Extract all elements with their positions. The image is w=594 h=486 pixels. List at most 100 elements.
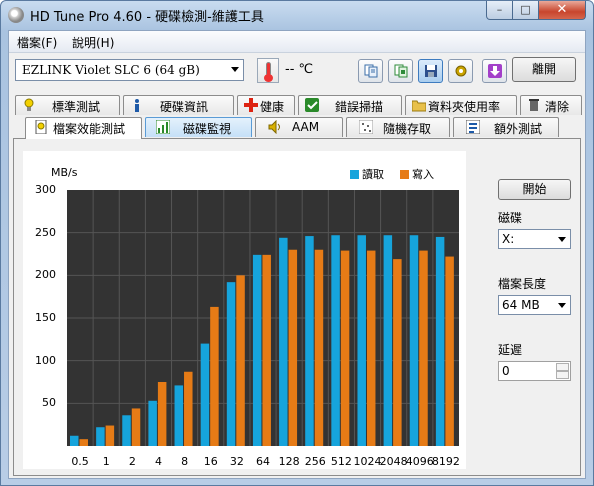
- bar-read: [357, 235, 366, 446]
- tab-label: 隨機存取: [383, 122, 432, 136]
- file-length-label: 檔案長度: [498, 277, 547, 291]
- y-tick-label: 200: [35, 268, 56, 282]
- maximize-button[interactable]: □: [512, 1, 539, 20]
- title-bar[interactable]: HD Tune Pro 4.60 - 硬碟檢測-維護工具 – □ ✕: [1, 1, 593, 29]
- bar-read: [96, 427, 105, 446]
- spin-down-button[interactable]: [556, 371, 569, 379]
- delay-spinner[interactable]: 0: [498, 361, 571, 381]
- exit-button[interactable]: 離開: [512, 57, 576, 82]
- tab-file-benchmark[interactable]: 檔案效能測試: [25, 117, 142, 139]
- tab-aam[interactable]: AAM: [255, 117, 343, 137]
- legend-read: 讀取: [350, 166, 384, 182]
- toolbar: EZLINK Violet SLC 6 (64 gB) -- ℃ 離開: [9, 53, 585, 87]
- download-icon: [488, 64, 502, 78]
- x-tick-label: 64: [256, 455, 270, 468]
- bar-write: [210, 306, 219, 446]
- x-tick-label: 16: [203, 455, 218, 468]
- error-scan-icon: [305, 98, 319, 112]
- download-button[interactable]: [482, 59, 507, 83]
- tab-label: 額外測試: [494, 122, 543, 136]
- tab-label: 健康: [260, 100, 285, 114]
- chevron-down-icon: [231, 67, 239, 72]
- y-axis-unit: MB/s: [51, 166, 78, 179]
- drive-select-value: EZLINK Violet SLC 6 (64 gB): [22, 63, 200, 77]
- tab-label: 清除: [545, 100, 570, 114]
- tab-erase[interactable]: 清除: [520, 95, 582, 115]
- delay-label: 延遲: [498, 343, 523, 357]
- close-button[interactable]: ✕: [538, 1, 586, 20]
- menu-file[interactable]: 檔案(F): [17, 34, 57, 51]
- tab-extra-tests[interactable]: 額外測試: [453, 117, 559, 137]
- health-icon: [244, 98, 258, 112]
- bar-write: [314, 249, 324, 446]
- trash-icon: [529, 99, 539, 111]
- y-tick-label: 50: [42, 396, 56, 410]
- tab-label: 檔案效能測試: [53, 122, 126, 136]
- options-icon: [455, 65, 467, 77]
- info-icon: [135, 99, 139, 112]
- thermometer-icon: [257, 58, 279, 83]
- tab-folder-usage[interactable]: 資料夾使用率: [405, 95, 517, 115]
- menu-bar: 檔案(F) 說明(H): [9, 31, 585, 53]
- bar-read: [383, 235, 393, 446]
- tab-label: AAM: [292, 120, 320, 134]
- options-button[interactable]: [448, 59, 473, 83]
- x-tick-label: 4: [154, 455, 162, 468]
- save-icon: [425, 65, 437, 77]
- bar-read: [148, 400, 157, 446]
- start-button[interactable]: 開始: [498, 179, 571, 200]
- bar-read: [331, 235, 340, 446]
- copy-screenshot-icon: [394, 64, 408, 78]
- disk-select[interactable]: X:: [498, 229, 571, 249]
- save-button[interactable]: [418, 59, 443, 83]
- folder-icon: [412, 100, 426, 112]
- drive-select[interactable]: EZLINK Violet SLC 6 (64 gB): [15, 59, 244, 81]
- tab-error-scan[interactable]: 錯誤掃描: [298, 95, 402, 115]
- spin-up-button[interactable]: [556, 363, 569, 371]
- x-tick-label: 1024: [353, 455, 382, 468]
- bar-read: [435, 236, 445, 446]
- tab-label: 磁碟監視: [183, 122, 232, 136]
- file-length-select[interactable]: 64 MB: [498, 295, 571, 315]
- x-tick-label: 128: [278, 455, 300, 468]
- disk-monitor-icon: [156, 120, 170, 134]
- tab-info[interactable]: 硬碟資訊: [123, 95, 234, 115]
- tab-benchmark[interactable]: 標準測試: [15, 95, 120, 115]
- tab-label: 標準測試: [52, 100, 101, 114]
- tab-disk-monitor[interactable]: 磁碟監視: [145, 117, 252, 137]
- x-tick-label: 8192: [431, 455, 460, 468]
- bar-write: [393, 259, 402, 446]
- extra-tests-icon: [466, 120, 480, 134]
- minimize-button[interactable]: –: [486, 1, 513, 20]
- bar-write: [79, 439, 88, 446]
- bar-write: [366, 250, 376, 446]
- disk-label: 磁碟: [498, 211, 523, 225]
- copy-screenshot-button[interactable]: [388, 59, 413, 83]
- tab-random-access[interactable]: 隨機存取: [346, 117, 450, 137]
- x-tick-label: 4096: [405, 455, 434, 468]
- x-tick-label: 0.5: [71, 455, 89, 468]
- x-tick-label: 2: [128, 455, 136, 468]
- bar-write: [340, 250, 350, 446]
- copy-text-button[interactable]: [358, 59, 383, 83]
- plot-area: [67, 190, 459, 446]
- bar-read: [70, 435, 79, 446]
- app-disk-icon: [8, 7, 24, 23]
- file-length-value: 64 MB: [502, 298, 540, 312]
- bar-write: [105, 425, 115, 446]
- bar-read: [200, 343, 210, 446]
- y-tick-label: 150: [35, 311, 56, 324]
- tab-health[interactable]: 健康: [237, 95, 295, 115]
- x-tick-label: 32: [229, 455, 244, 468]
- legend-write-label: 寫入: [412, 168, 434, 181]
- bar-write: [131, 408, 141, 446]
- menu-help[interactable]: 說明(H): [72, 34, 114, 51]
- tab-label: 硬碟資訊: [160, 100, 209, 114]
- bulb-icon: [24, 98, 34, 111]
- x-tick-label: 512: [330, 455, 352, 468]
- temperature-readout: -- ℃: [285, 62, 314, 77]
- file-benchmark-icon: [35, 120, 47, 134]
- file-benchmark-panel: MB/s 讀取 寫入 50 100 150 200 250 300 0.5 1 2 4 8 16 32…: [13, 138, 581, 476]
- client-area: 檔案(F) 說明(H) EZLINK Violet SLC 6 (64 gB) …: [8, 30, 586, 479]
- bar-read: [305, 236, 314, 446]
